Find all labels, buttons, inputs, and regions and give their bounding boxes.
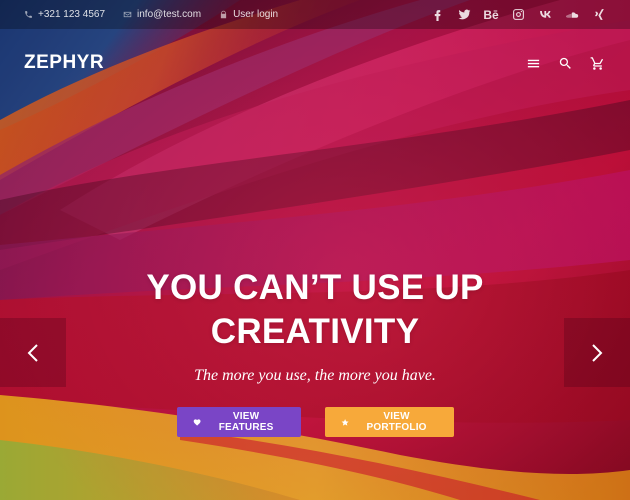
lock-icon [220,10,227,19]
site-logo[interactable]: ZEPHYR [24,52,104,74]
user-login-link[interactable]: User login [219,9,278,20]
phone-icon [25,11,32,18]
email-text: info@test.com [137,9,202,20]
contact-info: +321 123 4567 info@test.com User login [24,9,278,20]
star-icon [341,418,349,426]
slide-title: YOU CAN’T USE UP CREATIVITY [0,266,630,354]
social-links: Bē [430,8,606,22]
view-features-label: VIEW FEATURES [218,411,274,433]
view-portfolio-label: VIEW PORTFOLIO [366,411,427,433]
behance-label: Bē [483,7,499,22]
vk-icon[interactable] [538,8,552,22]
instagram-icon[interactable] [511,8,525,22]
phone-text: +321 123 4567 [38,9,106,20]
soundcloud-icon[interactable] [565,8,579,22]
slide-content: YOU CAN’T USE UP CREATIVITY The more you… [0,266,630,437]
slide-title-line-1: YOU CAN’T USE UP [146,268,484,307]
view-portfolio-button[interactable]: VIEW PORTFOLIO [324,407,454,437]
view-features-button[interactable]: VIEW FEATURES [176,407,301,437]
phone-contact[interactable]: +321 123 4567 [24,9,105,20]
site-header: ZEPHYR [0,29,630,97]
slide-title-line-2: CREATIVITY [210,312,420,351]
top-bar: +321 123 4567 info@test.com User login B… [0,0,630,29]
menu-icon[interactable] [525,55,541,71]
user-login-text: User login [233,9,279,20]
behance-icon[interactable]: Bē [483,7,499,22]
xing-icon[interactable] [592,8,606,22]
cart-icon[interactable] [589,55,605,71]
twitter-icon[interactable] [457,8,471,22]
envelope-icon [123,11,132,18]
email-contact[interactable]: info@test.com [123,9,201,20]
search-icon[interactable] [557,55,573,71]
facebook-icon[interactable] [430,8,444,22]
heart-icon [193,418,201,426]
header-actions [525,55,606,71]
slide-subtitle: The more you use, the more you have. [194,367,436,384]
slide-buttons: VIEW FEATURES VIEW PORTFOLIO [0,407,630,437]
